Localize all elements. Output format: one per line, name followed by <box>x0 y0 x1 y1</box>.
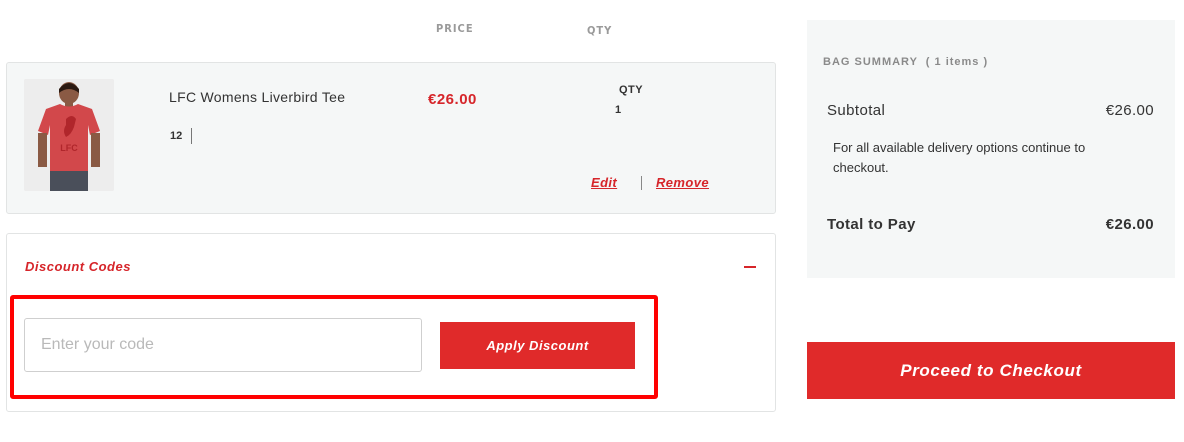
price-column-header: PRICE <box>436 22 474 35</box>
proceed-to-checkout-button[interactable]: Proceed to Checkout <box>807 342 1175 399</box>
product-name[interactable]: LFC Womens Liverbird Tee <box>169 89 345 105</box>
tshirt-model-image: LFC <box>24 79 114 191</box>
bag-summary-panel: BAG SUMMARY ( 1 items ) Subtotal €26.00 … <box>807 20 1175 278</box>
qty-column-header: QTY <box>587 24 613 37</box>
edit-link[interactable]: Edit <box>591 175 617 190</box>
qty-value: 1 <box>615 104 622 116</box>
subtotal-value: €26.00 <box>1105 102 1154 119</box>
product-size: 12 <box>170 130 183 142</box>
bag-summary-title: BAG SUMMARY <box>823 56 918 68</box>
discount-codes-title[interactable]: Discount Codes <box>25 259 131 274</box>
remove-link[interactable]: Remove <box>656 175 709 190</box>
bag-item-count: ( 1 items ) <box>925 56 989 68</box>
delivery-note: For all available delivery options conti… <box>833 140 1086 175</box>
bag-summary-heading: BAG SUMMARY ( 1 items ) <box>823 56 988 68</box>
apply-discount-button[interactable]: Apply Discount <box>440 322 635 369</box>
qty-label: QTY <box>619 84 644 96</box>
product-price: €26.00 <box>428 91 477 108</box>
minus-icon[interactable] <box>744 266 756 268</box>
subtotal-label: Subtotal <box>827 102 886 119</box>
link-divider <box>641 176 642 190</box>
cart-item-card: LFC LFC Womens Liverbird Tee 12 €26.00 Q… <box>6 62 776 214</box>
total-to-pay-label: Total to Pay <box>827 216 916 233</box>
size-divider <box>191 128 192 144</box>
svg-text:LFC: LFC <box>60 143 78 153</box>
total-to-pay-value: €26.00 <box>1105 216 1154 233</box>
product-thumbnail[interactable]: LFC <box>24 79 114 191</box>
discount-code-input[interactable] <box>24 318 422 372</box>
